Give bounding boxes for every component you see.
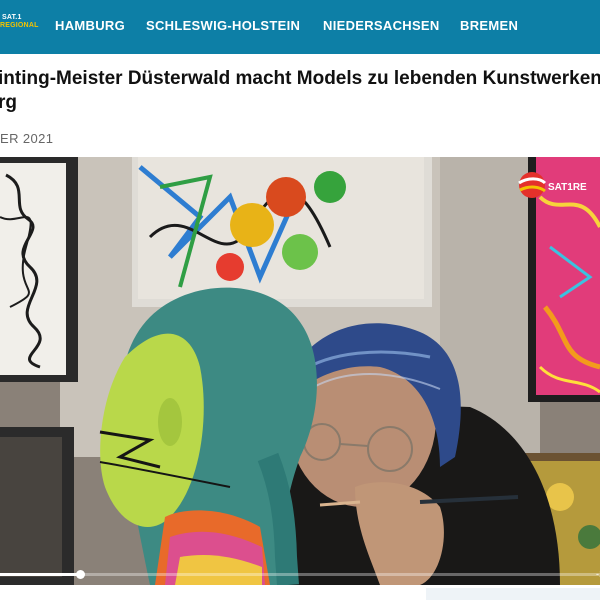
- video-progress-thumb[interactable]: [75, 570, 85, 579]
- top-navigation-bar: SAT.1 REGIONAL HAMBURG SCHLESWIG-HOLSTEI…: [0, 0, 600, 54]
- nav-item-bremen[interactable]: BREMEN: [460, 18, 518, 33]
- video-progress-played: [0, 573, 80, 576]
- logo-text-regional: REGIONAL: [0, 22, 39, 29]
- article-date: ER 2021: [0, 131, 54, 146]
- video-progress-bar[interactable]: [0, 570, 600, 579]
- side-content-block: [426, 588, 600, 600]
- sat1-watermark-icon: [519, 172, 545, 198]
- logo-text-sat1: SAT.1: [2, 14, 22, 21]
- nav-item-schleswig-holstein[interactable]: SCHLESWIG-HOLSTEIN: [146, 18, 300, 33]
- nav-item-hamburg[interactable]: HAMBURG: [55, 18, 125, 33]
- headline-line-1: inting-Meister Düsterwald macht Models z…: [0, 68, 600, 89]
- video-time-remaining: -1: [595, 569, 600, 579]
- sat1-regional-logo[interactable]: SAT.1 REGIONAL: [0, 14, 40, 38]
- video-player[interactable]: SAT1RE: [0, 157, 600, 585]
- watermark-text: SAT1RE: [548, 182, 587, 193]
- video-frame-image: SAT1RE: [0, 157, 600, 585]
- headline-line-2: rg: [0, 92, 17, 113]
- nav-item-niedersachsen[interactable]: NIEDERSACHSEN: [323, 18, 440, 33]
